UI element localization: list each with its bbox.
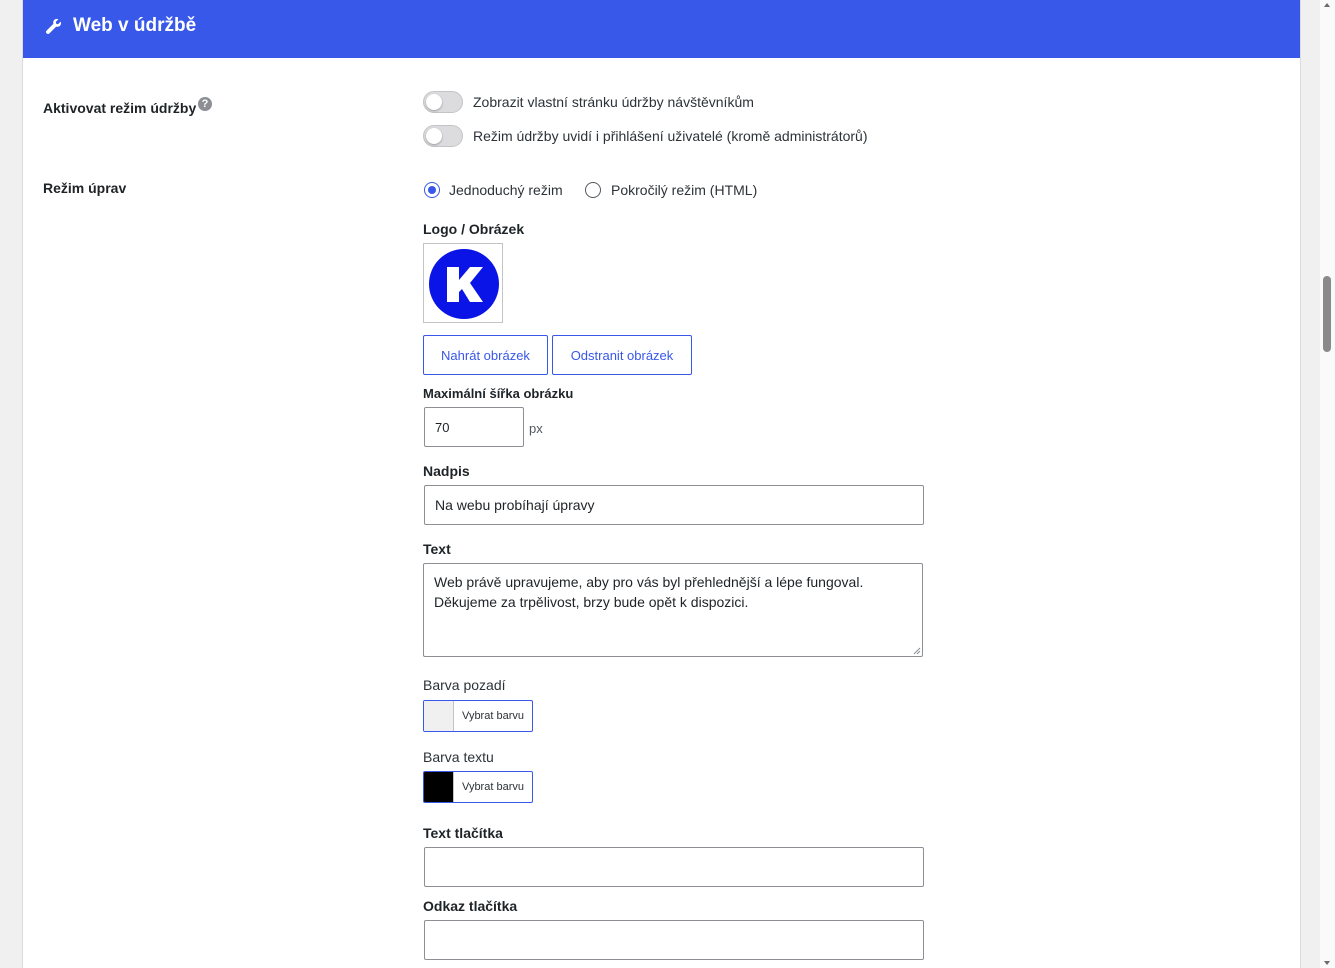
logo-preview xyxy=(423,243,503,323)
radio-simple-mode[interactable] xyxy=(424,182,440,198)
heading-input[interactable]: Na webu probíhají úpravy xyxy=(424,485,924,525)
radio-simple-mode-label: Jednoduchý režim xyxy=(449,182,563,198)
text-line-1: Web právě upravujeme, aby pro vás byl př… xyxy=(434,574,864,590)
text-color-swatch xyxy=(424,772,454,802)
button-text-label: Text tlačítka xyxy=(423,825,503,841)
bg-color-picker-button[interactable]: Vybrat barvu xyxy=(423,700,533,732)
button-link-label: Odkaz tlačítka xyxy=(423,898,518,914)
toggle-logged-in-users[interactable] xyxy=(423,125,463,147)
bg-color-label: Barva pozadí xyxy=(423,677,506,693)
remove-image-button[interactable]: Odstranit obrázek xyxy=(552,335,692,375)
bg-color-button-label: Vybrat barvu xyxy=(462,710,524,722)
scrollbar-thumb[interactable] xyxy=(1323,276,1331,352)
radio-advanced-mode-label: Pokročilý režim (HTML) xyxy=(611,182,758,198)
bg-color-swatch xyxy=(424,701,454,731)
upload-image-button[interactable]: Nahrát obrázek xyxy=(423,335,548,375)
text-color-button-label: Vybrat barvu xyxy=(462,781,524,793)
heading-label: Nadpis xyxy=(423,463,470,479)
logo-k-icon xyxy=(447,267,483,302)
page-title: Web v údržbě xyxy=(73,15,197,36)
max-width-unit: px xyxy=(529,421,543,436)
toggle-logged-in-users-label: Režim údržby uvidí i přihlášení uživatel… xyxy=(473,128,868,144)
maintenance-label: Aktivovat režim údržby xyxy=(43,100,197,116)
max-width-input[interactable]: 70 xyxy=(424,407,524,447)
logo-image xyxy=(429,249,499,319)
panel-header: Web v údržbě xyxy=(23,0,1300,58)
logo-label: Logo / Obrázek xyxy=(423,221,525,237)
button-link-input[interactable] xyxy=(424,920,924,960)
toggle-show-visitors-label: Zobrazit vlastní stránku údržby návštěvn… xyxy=(473,94,754,110)
settings-panel: Web v údržbě Aktivovat režim údržby ? Zo… xyxy=(22,0,1301,968)
vertical-scrollbar[interactable] xyxy=(1320,0,1335,968)
button-text-input[interactable] xyxy=(424,847,924,887)
text-color-picker-button[interactable]: Vybrat barvu xyxy=(423,771,533,803)
toggle-show-visitors[interactable] xyxy=(423,91,463,113)
wrench-icon xyxy=(45,18,62,35)
text-line-2: Děkujeme za trpělivost, brzy bude opět k… xyxy=(434,594,749,610)
scroll-down-arrow-icon[interactable] xyxy=(1324,961,1330,965)
help-icon[interactable]: ? xyxy=(198,97,212,111)
text-color-label: Barva textu xyxy=(423,749,494,765)
resize-grip-icon[interactable] xyxy=(913,647,921,655)
edit-mode-label: Režim úprav xyxy=(43,180,127,196)
text-label: Text xyxy=(423,541,451,557)
scroll-up-arrow-icon[interactable] xyxy=(1324,3,1330,7)
radio-advanced-mode[interactable] xyxy=(585,182,601,198)
max-width-label: Maximální šířka obrázku xyxy=(423,386,574,401)
text-textarea[interactable]: Web právě upravujeme, aby pro vás byl př… xyxy=(423,563,923,657)
